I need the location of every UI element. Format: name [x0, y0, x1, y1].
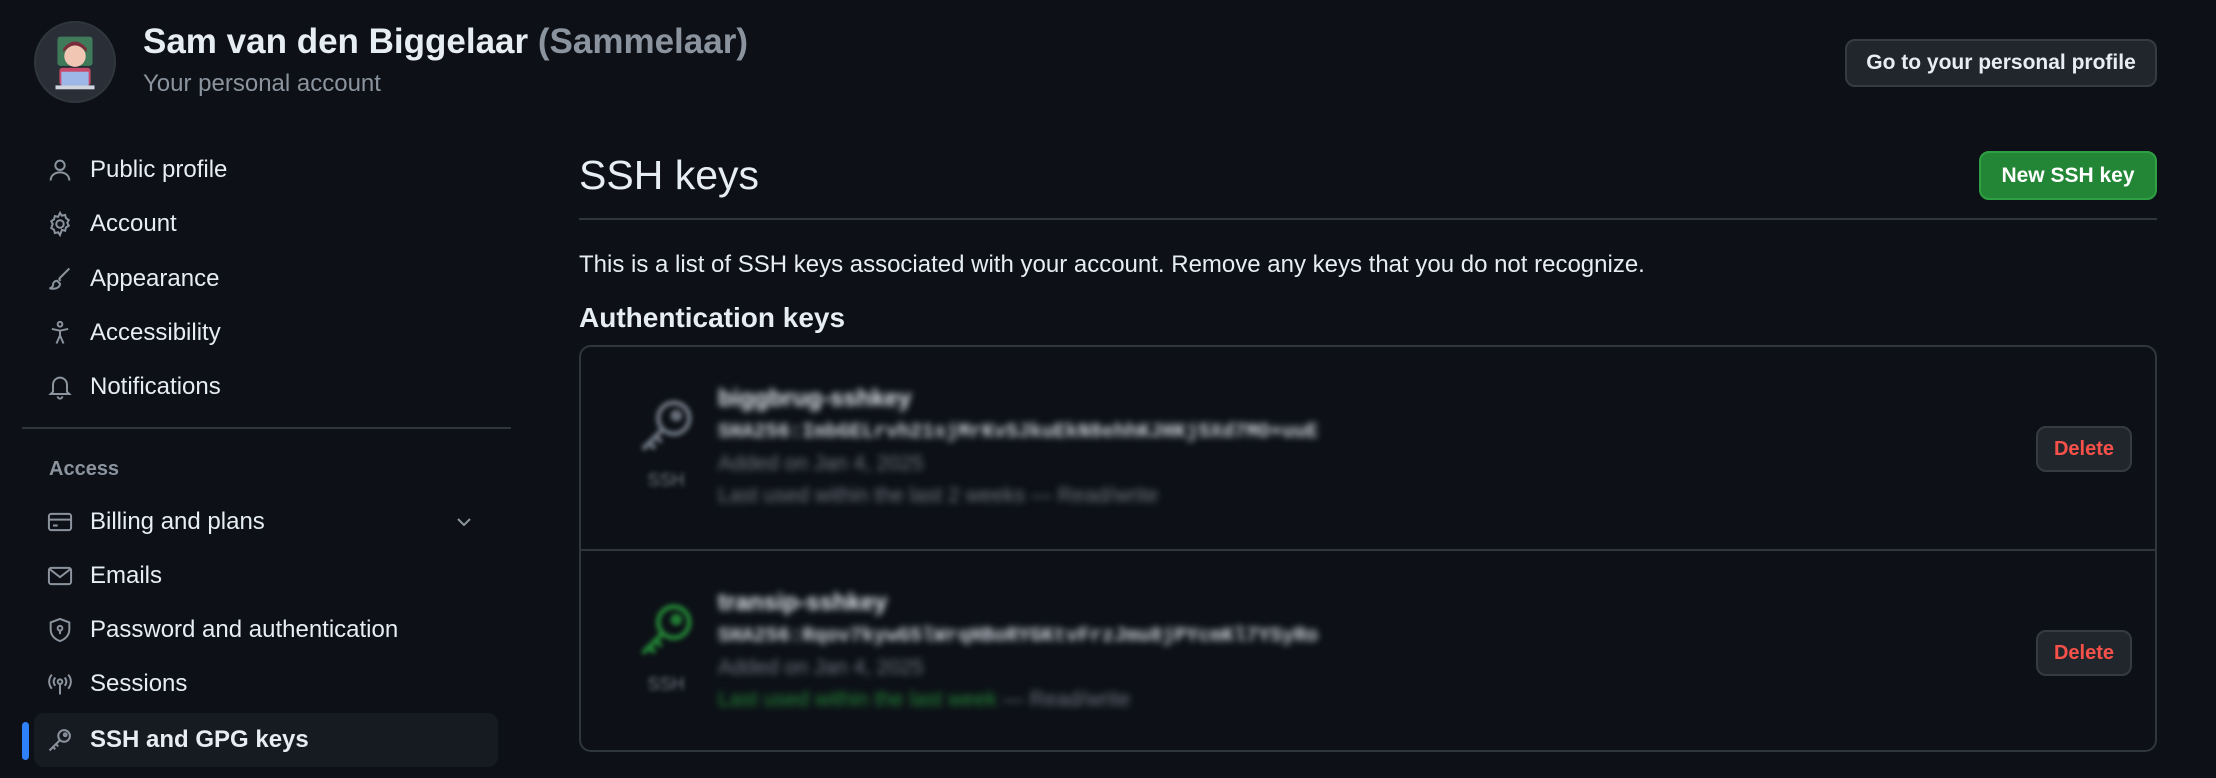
sidebar-item-accessibility[interactable]: Accessibility	[34, 306, 498, 360]
display-name-text: Sam van den Biggelaar	[143, 22, 529, 61]
key-title: transip-sshkey	[718, 589, 888, 616]
avatar[interactable]	[34, 21, 116, 103]
ssh-key-badge: SSH	[631, 599, 701, 695]
key-type-label: SSH	[647, 674, 685, 694]
key-type-label: SSH	[647, 470, 685, 490]
personal-profile-button[interactable]: Go to your personal profile	[1845, 39, 2157, 87]
person-icon	[46, 156, 74, 184]
sidebar-item-label: Emails	[90, 562, 163, 589]
access-section-heading: Access	[49, 458, 120, 480]
sidebar-item-label: Accessibility	[90, 319, 221, 346]
sidebar-item-label: Password and authentication	[90, 616, 399, 643]
active-indicator	[22, 722, 29, 760]
sidebar-item-billing[interactable]: Billing and plans	[34, 495, 498, 549]
ssh-key-row: SSH biggbrug-sshkey SHA256:ImbGELrvh21sj…	[581, 347, 2155, 549]
sidebar-item-public-profile[interactable]: Public profile	[34, 143, 498, 197]
ssh-key-badge: SSH	[631, 395, 701, 491]
sidebar-item-label: Public profile	[90, 156, 228, 183]
sidebar-item-appearance[interactable]: Appearance	[34, 252, 498, 306]
credit-card-icon	[46, 508, 74, 536]
key-icon	[46, 726, 74, 754]
key-last-used: Last used within the last week — Read/wr…	[718, 688, 1318, 712]
sidebar-divider	[22, 427, 511, 429]
shield-lock-icon	[46, 616, 74, 644]
ssh-key-details: biggbrug-sshkey SHA256:ImbGELrvh21sjMrKv…	[718, 385, 1318, 508]
ssh-key-row: SSH transip-sshkey SHA256:Rqov7kywG5lWrq…	[581, 549, 2155, 753]
chevron-down-icon[interactable]	[452, 510, 476, 534]
key-icon	[641, 400, 692, 451]
sidebar-item-notifications[interactable]: Notifications	[34, 360, 498, 414]
account-subtitle: Your personal account	[143, 70, 381, 97]
delete-key-button[interactable]: Delete	[2036, 630, 2132, 676]
key-last-used-recent: Last used within the last week	[718, 688, 997, 711]
user-handle: (Sammelaar)	[537, 22, 748, 61]
sidebar-item-label: Account	[90, 210, 177, 237]
user-display-name: Sam van den Biggelaar (Sammelaar)	[143, 22, 748, 62]
ssh-key-details: transip-sshkey SHA256:Rqov7kywG5lWrqHBoR…	[718, 589, 1318, 712]
sidebar-item-password-authentication[interactable]: Password and authentication	[34, 603, 498, 657]
page-title: SSH keys	[579, 152, 759, 198]
sidebar-item-sessions[interactable]: Sessions	[34, 657, 498, 711]
key-icon	[641, 604, 692, 655]
page-description: This is a list of SSH keys associated wi…	[579, 251, 1645, 278]
gear-icon	[46, 210, 74, 238]
ssh-keys-list: SSH biggbrug-sshkey SHA256:ImbGELrvh21sj…	[579, 345, 2157, 752]
avatar-image	[36, 23, 114, 101]
sidebar-item-label: Billing and plans	[90, 508, 265, 535]
key-last-used-text: Last used within the last 2 weeks — Read…	[718, 484, 1159, 507]
delete-key-button[interactable]: Delete	[2036, 426, 2132, 472]
sidebar-item-label: Appearance	[90, 265, 220, 292]
sidebar-item-account[interactable]: Account	[34, 197, 498, 251]
key-last-used-text: — Read/write	[997, 688, 1131, 711]
key-last-used: Last used within the last 2 weeks — Read…	[718, 484, 1318, 508]
sidebar-item-label: SSH and GPG keys	[90, 726, 309, 753]
bell-icon	[46, 373, 74, 401]
key-added-date: Added on Jan 4, 2025	[718, 452, 924, 475]
accessibility-icon	[46, 319, 74, 347]
authentication-keys-heading: Authentication keys	[579, 302, 846, 333]
key-fingerprint: SHA256:Rqov7kywG5lWrqHBoRYGKtvFrzJmu8jPY…	[718, 625, 1319, 648]
key-added-date: Added on Jan 4, 2025	[718, 656, 924, 679]
paintbrush-icon	[46, 265, 74, 293]
new-ssh-key-button[interactable]: New SSH key	[1979, 151, 2157, 200]
key-title: biggbrug-sshkey	[718, 385, 912, 412]
sidebar-item-ssh-gpg-keys[interactable]: SSH and GPG keys	[34, 713, 498, 767]
mail-icon	[46, 562, 74, 590]
key-fingerprint: SHA256:ImbGELrvh21sjMrKvSJkuEkN8ehhKJHKj…	[718, 421, 1319, 444]
sidebar-item-label: Notifications	[90, 373, 221, 400]
sidebar-item-emails[interactable]: Emails	[34, 549, 498, 603]
sidebar-item-label: Sessions	[90, 670, 188, 697]
broadcast-icon	[46, 670, 74, 698]
title-divider	[579, 218, 2157, 220]
